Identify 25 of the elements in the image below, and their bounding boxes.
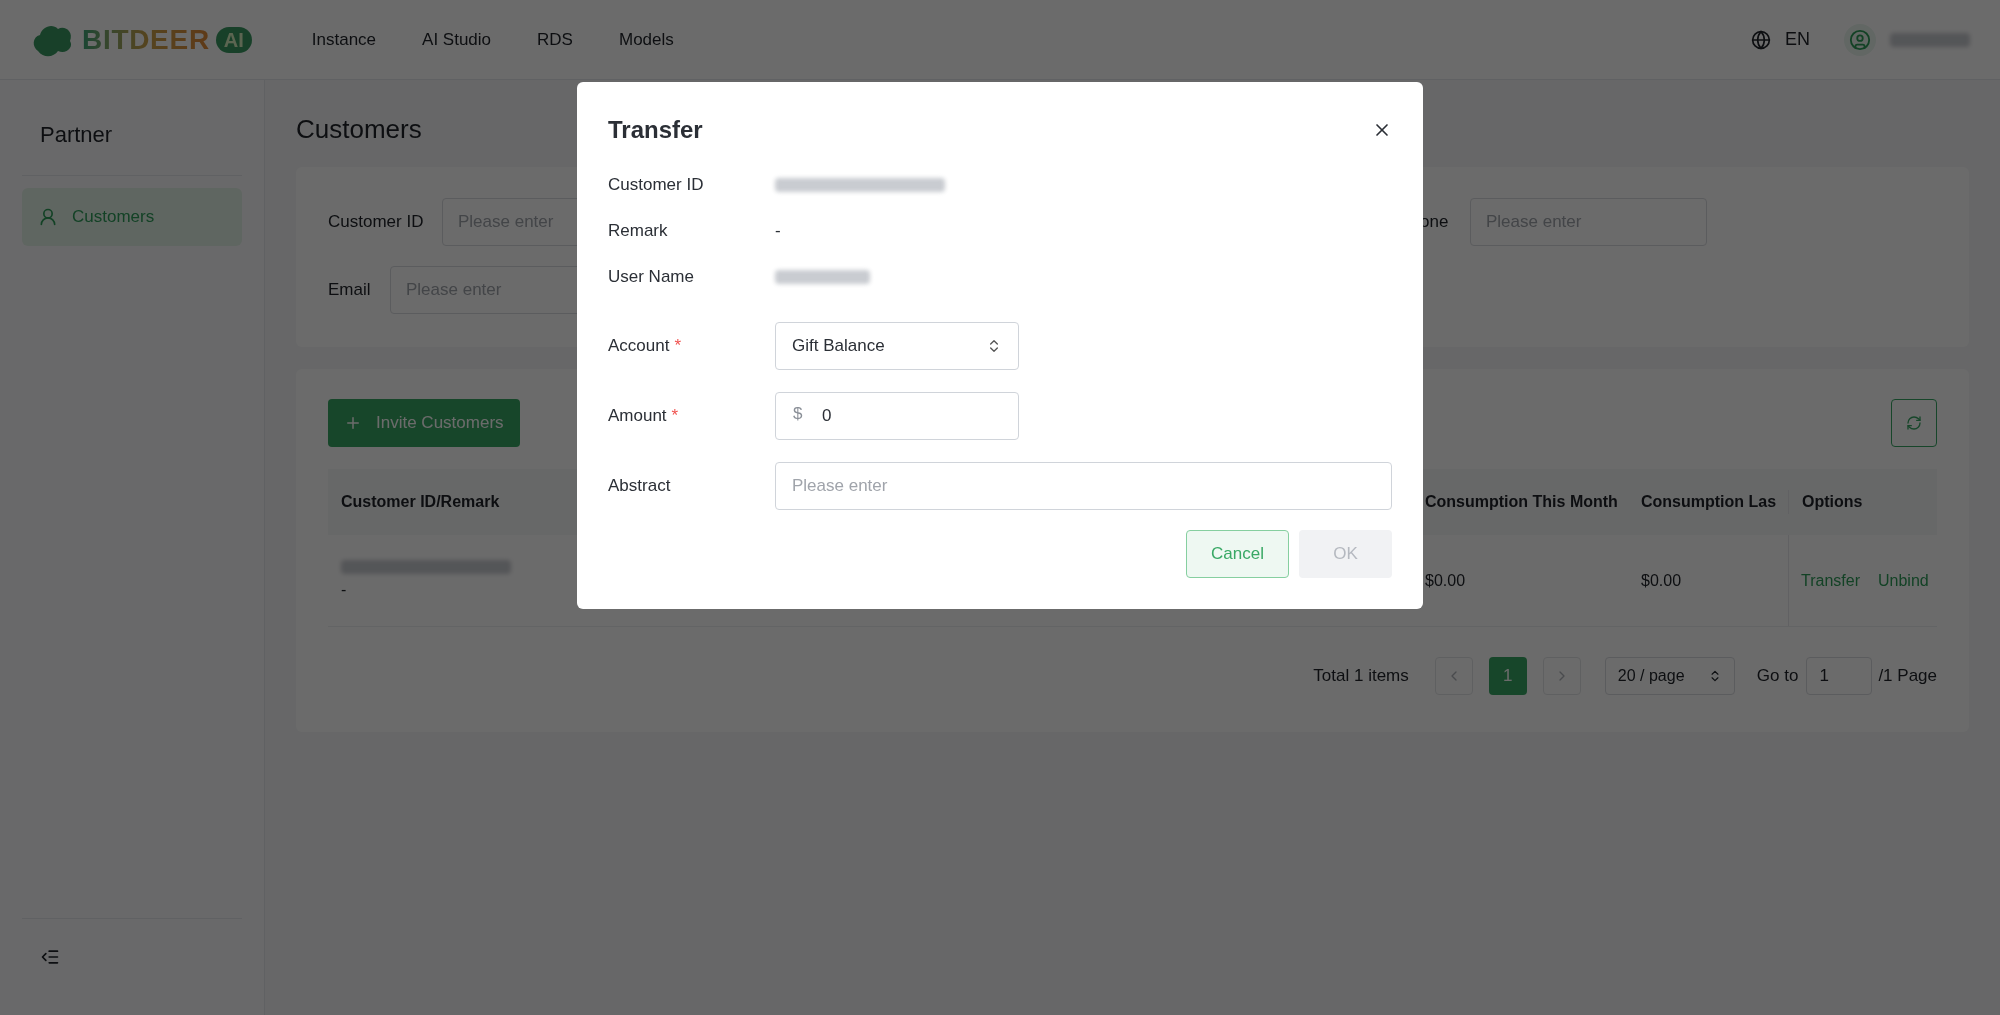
field-label: Account xyxy=(608,335,670,358)
column-header: Customer ID/Remark xyxy=(340,492,501,512)
field-label: Remark xyxy=(608,220,668,243)
table-cell-text: $0.00 xyxy=(1424,570,1467,591)
filter-label: Email xyxy=(328,279,372,302)
column-header: Options xyxy=(1788,490,1876,514)
filter-label: Customer ID xyxy=(328,211,425,234)
table-cell-text: $0.00 xyxy=(1640,570,1683,591)
page-title: Customers xyxy=(296,113,422,146)
required-mark: * xyxy=(674,335,682,358)
table-cell-text: - xyxy=(341,579,347,600)
currency-prefix: $ xyxy=(793,405,803,422)
field-label: Customer ID xyxy=(608,174,704,197)
field-value: - xyxy=(775,220,781,243)
column-header: Consumption This Month xyxy=(1424,492,1619,512)
logo-badge: AI xyxy=(215,26,252,53)
required-mark: * xyxy=(671,405,679,428)
total-items: Total 1 items xyxy=(1313,665,1409,688)
field-label: Amount xyxy=(608,405,667,428)
sidebar-title: Partner xyxy=(39,121,114,149)
dialog-title: Transfer xyxy=(608,115,703,145)
page-count: /1 Page xyxy=(1878,665,1937,688)
goto-label: Go to xyxy=(1756,665,1799,688)
field-label: Abstract xyxy=(608,475,671,498)
column-header: Consumption Las xyxy=(1640,492,1778,512)
